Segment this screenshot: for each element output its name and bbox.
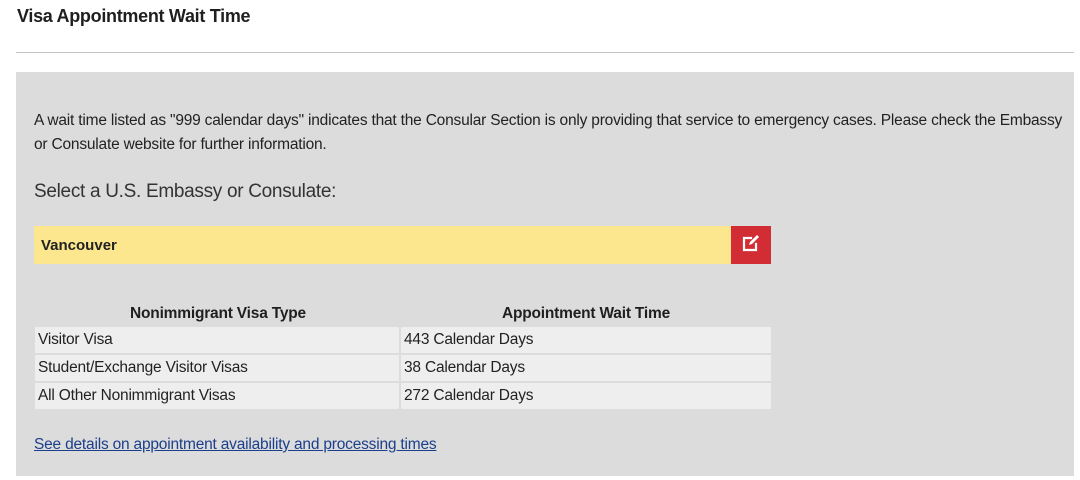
edit-icon — [742, 234, 760, 257]
page-title: Visa Appointment Wait Time — [17, 6, 251, 26]
emergency-notice: A wait time listed as "999 calendar days… — [34, 112, 1063, 153]
wait-time-cell: 38 Calendar Days — [401, 355, 771, 383]
column-header-wait-time: Appointment Wait Time — [501, 305, 671, 322]
select-post-heading: Select a U.S. Embassy or Consulate: — [34, 181, 337, 202]
wait-time-panel: A wait time listed as "999 calendar days… — [16, 72, 1074, 476]
visa-type-cell: Student/Exchange Visitor Visas — [35, 355, 401, 383]
table-row: All Other Nonimmigrant Visas 272 Calenda… — [35, 383, 771, 411]
details-link[interactable]: See details on appointment availability … — [34, 436, 437, 454]
selected-post-field[interactable]: Vancouver — [34, 226, 731, 264]
title-divider — [16, 52, 1074, 53]
visa-type-cell: Visitor Visa — [35, 327, 401, 355]
selected-post-label: Vancouver — [41, 237, 117, 254]
table-row: Student/Exchange Visitor Visas 38 Calend… — [35, 355, 771, 383]
visa-type-cell: All Other Nonimmigrant Visas — [35, 383, 401, 411]
wait-time-cell: 272 Calendar Days — [401, 383, 771, 411]
table-header-row: Nonimmigrant Visa Type Appointment Wait … — [35, 301, 771, 327]
table-row: Visitor Visa 443 Calendar Days — [35, 327, 771, 355]
wait-time-cell: 443 Calendar Days — [401, 327, 771, 355]
edit-post-button[interactable] — [731, 226, 771, 264]
wait-time-table: Nonimmigrant Visa Type Appointment Wait … — [35, 301, 771, 411]
column-header-visa-type: Nonimmigrant Visa Type — [130, 305, 306, 322]
